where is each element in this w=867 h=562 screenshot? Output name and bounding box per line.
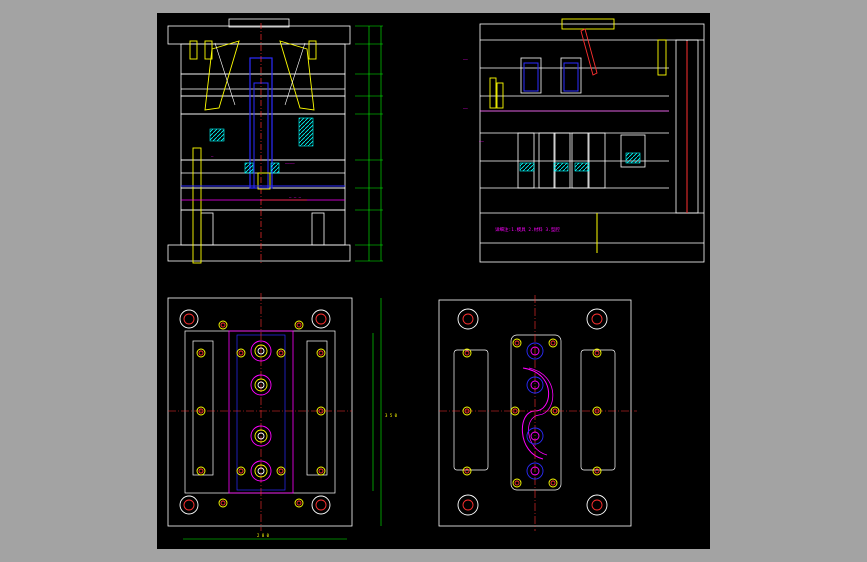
screw-hole <box>236 348 246 358</box>
guide-pillar-hole <box>311 495 331 515</box>
guide-pillar-hole <box>183 313 195 325</box>
plan-width-dimension: 2 8 0 <box>257 533 270 538</box>
guide-pillar-hole <box>183 499 195 511</box>
guide-pillar-hole <box>591 313 603 325</box>
screw-hole <box>318 468 324 474</box>
screw-hole <box>512 478 522 488</box>
guide-pillar-hole <box>179 495 199 515</box>
screw-hole <box>548 338 558 348</box>
front-section-details: ———— — — — — <box>181 23 345 264</box>
svg-text:— — —: — — — <box>289 195 302 200</box>
screw-hole <box>218 498 228 508</box>
screw-hole <box>238 468 244 474</box>
side-section-note: 详细注:1.模具 2.材料 3.型腔 <box>495 226 560 233</box>
guide-pillar-hole <box>586 494 608 516</box>
screw-hole <box>592 466 602 476</box>
svg-text:—: — <box>211 154 214 159</box>
screw-hole <box>550 480 556 486</box>
guide-pillar-hole <box>311 309 331 329</box>
guide-pillar-hole <box>179 309 199 329</box>
screw-hole <box>514 340 520 346</box>
guide-pillar-hole <box>462 313 474 325</box>
screw-hole <box>296 500 302 506</box>
screw-hole <box>316 348 326 358</box>
screw-hole <box>550 340 556 346</box>
screw-hole <box>294 498 304 508</box>
screw-hole <box>218 320 228 330</box>
fixed-half-plan-view <box>438 295 637 531</box>
screw-hole <box>296 322 302 328</box>
screw-hole <box>594 468 600 474</box>
guide-pillar-hole <box>315 313 327 325</box>
screw-hole <box>196 348 206 358</box>
screw-hole <box>278 350 284 356</box>
screw-hole <box>236 466 246 476</box>
screw-hole <box>294 320 304 330</box>
screw-hole <box>276 466 286 476</box>
screw-hole <box>548 478 558 488</box>
front-dimension-chain <box>355 25 383 262</box>
screw-hole <box>198 350 204 356</box>
svg-text:————: ———— <box>285 161 295 166</box>
screw-hole <box>278 468 284 474</box>
cad-viewport[interactable]: ———— — — — — 详细注:1.模具 2.材料 3.型腔 —— —— ——… <box>157 13 710 549</box>
guide-pillar-hole <box>591 499 603 511</box>
front-section-view <box>167 18 351 262</box>
cad-drawing-canvas[interactable]: ———— — — — — 详细注:1.模具 2.材料 3.型腔 —— —— ——… <box>157 13 710 549</box>
svg-text:——: —— <box>463 106 468 111</box>
side-section-details: 详细注:1.模具 2.材料 3.型腔 —— —— —— <box>463 18 688 253</box>
plan-height-dimension: 3 5 0 <box>385 413 398 418</box>
screw-hole <box>220 322 226 328</box>
screw-hole <box>198 468 204 474</box>
moving-half-plan-view: 2 8 0 3 5 0 <box>167 293 398 540</box>
svg-text:——: —— <box>463 57 468 62</box>
screw-hole <box>220 500 226 506</box>
guide-pillar-hole <box>457 308 479 330</box>
guide-pillar-hole <box>457 494 479 516</box>
svg-text:——: —— <box>479 139 484 144</box>
guide-pillar-hole <box>315 499 327 511</box>
screw-hole <box>514 480 520 486</box>
screw-hole <box>462 466 472 476</box>
screw-hole <box>464 350 470 356</box>
guide-pillar-hole <box>586 308 608 330</box>
screw-hole <box>512 338 522 348</box>
screw-hole <box>594 350 600 356</box>
screw-hole <box>276 348 286 358</box>
guide-pillar-hole <box>462 499 474 511</box>
screw-hole <box>238 350 244 356</box>
screw-hole <box>318 350 324 356</box>
screw-hole <box>464 468 470 474</box>
screw-hole <box>196 466 206 476</box>
screw-hole <box>316 466 326 476</box>
side-section-view <box>479 23 705 263</box>
